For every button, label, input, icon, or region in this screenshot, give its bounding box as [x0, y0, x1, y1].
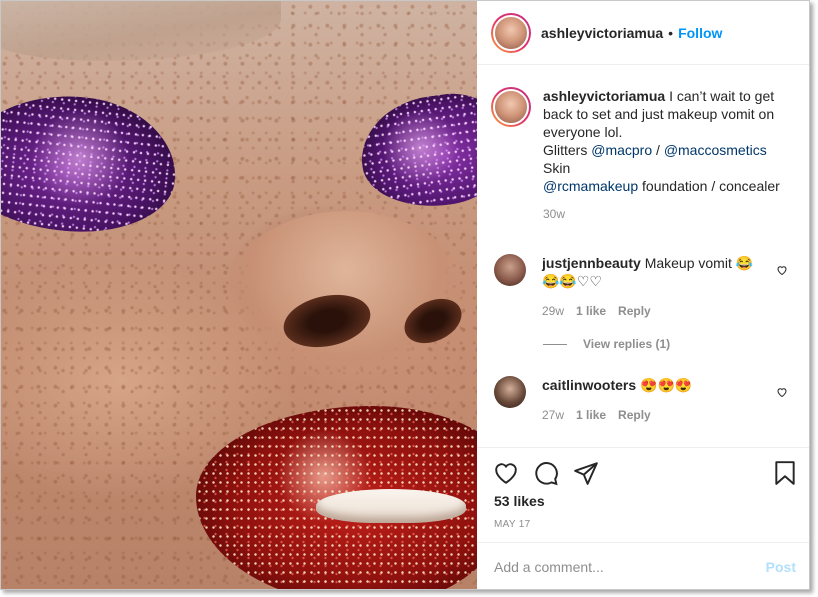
mention-maccosmetics[interactable]: @maccosmetics — [664, 142, 767, 158]
comment-likes[interactable]: 1 like — [576, 304, 606, 318]
mention-macpro[interactable]: @macpro — [591, 142, 652, 158]
avatar[interactable] — [491, 12, 531, 53]
view-replies-button[interactable]: View replies (1) — [543, 337, 670, 351]
post-actions: 53 likes MAY 17 — [477, 447, 809, 542]
comment-text: caitlinwooters 😍😍😍 — [542, 376, 757, 394]
photo-teeth — [316, 489, 466, 523]
post-username[interactable]: ashleyvictoriamua — [541, 25, 663, 41]
caption-line-4-suffix: foundation / concealer — [638, 178, 780, 194]
comment-username[interactable]: justjennbeauty — [542, 255, 641, 271]
comments-section[interactable]: ashleyvictoriamua I can’t wait to get ba… — [477, 65, 809, 447]
avatar-image — [493, 89, 529, 125]
separator-dot: • — [668, 24, 674, 41]
caption: ashleyvictoriamua I can’t wait to get ba… — [491, 87, 783, 221]
caption-line-2-prefix: Glitters — [543, 142, 592, 158]
avatar[interactable] — [494, 254, 526, 286]
avatar[interactable] — [494, 376, 526, 408]
comment-body: justjennbeauty Makeup vomit 😂😂😂♡♡ 29w 1 … — [542, 254, 757, 318]
comment-icon[interactable] — [533, 460, 559, 486]
comment-meta: 29w 1 like Reply — [542, 304, 757, 318]
comment-timestamp[interactable]: 27w — [542, 408, 564, 422]
caption-username[interactable]: ashleyvictoriamua — [543, 88, 665, 104]
post-photo[interactable] — [1, 1, 477, 589]
avatar[interactable] — [491, 87, 531, 127]
comment-timestamp[interactable]: 29w — [542, 304, 564, 318]
comment-likes[interactable]: 1 like — [576, 408, 606, 422]
follow-button[interactable]: Follow — [678, 25, 722, 41]
caption-timestamp[interactable]: 30w — [543, 207, 783, 221]
post-header: ashleyvictoriamua • Follow — [477, 1, 809, 65]
post-comment-button[interactable]: Post — [766, 559, 796, 575]
post-date[interactable]: MAY 17 — [494, 519, 530, 530]
comment-text: justjennbeauty Makeup vomit 😂😂😂♡♡ — [542, 254, 757, 290]
comment-username[interactable]: caitlinwooters — [542, 377, 636, 393]
add-comment-bar: Post — [477, 542, 809, 589]
comment-item: caitlinwooters 😍😍😍 27w 1 like Reply — [494, 376, 804, 422]
caption-line-3: Skin — [543, 160, 571, 176]
like-comment-heart-icon[interactable] — [776, 386, 788, 398]
comment-body: caitlinwooters 😍😍😍 27w 1 like Reply — [542, 376, 757, 422]
post-side-panel: ashleyvictoriamua • Follow ashleyvictori… — [477, 1, 809, 589]
caption-separator: / — [652, 142, 664, 158]
action-icons — [493, 460, 599, 486]
bookmark-icon[interactable] — [772, 460, 798, 486]
caption-body: ashleyvictoriamua I can’t wait to get ba… — [543, 87, 783, 221]
caption-text: ashleyvictoriamua I can’t wait to get ba… — [543, 87, 783, 195]
reply-button[interactable]: Reply — [618, 408, 651, 422]
comment-input[interactable] — [494, 559, 766, 575]
comment-meta: 27w 1 like Reply — [542, 408, 757, 422]
likes-count[interactable]: 53 likes — [494, 493, 545, 509]
avatar-image — [493, 14, 529, 51]
mention-rcmamakeup[interactable]: @rcmamakeup — [543, 178, 638, 194]
comment-message: 😍😍😍 — [640, 377, 693, 393]
share-icon[interactable] — [573, 460, 599, 486]
instagram-post-window: ashleyvictoriamua • Follow ashleyvictori… — [0, 0, 810, 590]
heart-icon[interactable] — [493, 460, 519, 486]
comment-item: justjennbeauty Makeup vomit 😂😂😂♡♡ 29w 1 … — [494, 254, 804, 318]
view-replies-label: View replies (1) — [583, 337, 671, 351]
reply-button[interactable]: Reply — [618, 304, 651, 318]
replies-divider-line — [543, 343, 567, 345]
like-comment-heart-icon[interactable] — [776, 264, 788, 276]
